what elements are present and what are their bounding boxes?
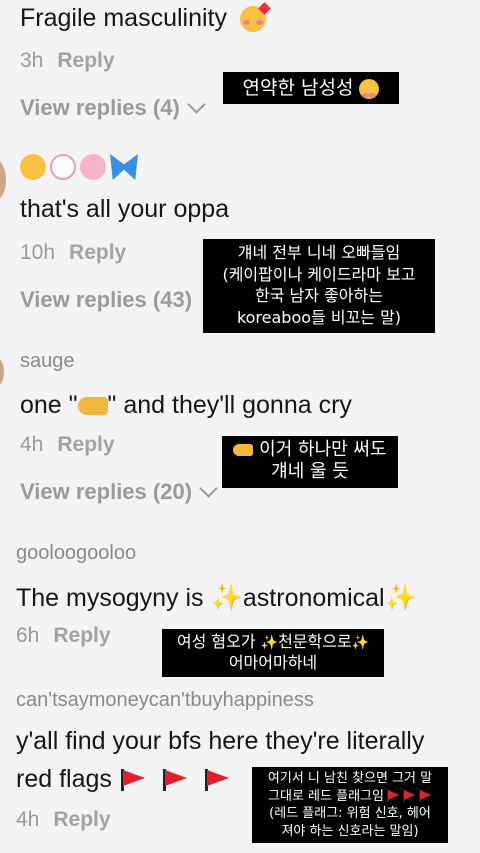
reply-button[interactable]: Reply	[57, 49, 114, 72]
view-replies-button[interactable]: View replies (43)	[20, 287, 192, 313]
comment-text: The mysogyny is ✨astronomical✨	[16, 582, 417, 612]
red-flag-icon	[386, 790, 400, 802]
username[interactable]: can'tsaymoneycan'tbuyhappiness	[16, 689, 314, 712]
red-flag-icon	[202, 769, 230, 792]
reply-button[interactable]: Reply	[53, 624, 110, 647]
sparkles-icon: ✨	[260, 635, 279, 651]
chevron-down-icon	[199, 478, 218, 498]
relieved-face-icon	[20, 154, 46, 180]
sparkles-icon: ✨	[384, 582, 417, 612]
red-flag-icon	[402, 790, 416, 802]
sparkles-icon: ✨	[210, 582, 243, 612]
smiling-face-with-hearts-icon	[239, 2, 271, 33]
view-replies-button[interactable]: View replies (20)	[20, 478, 218, 505]
caption-translation-2: 걔네 전부 니네 오빠들임 (케이팝이나 케이드라마 보고 한국 남자 좋아하는…	[203, 239, 435, 333]
view-replies-button[interactable]: View replies (4)	[20, 94, 206, 121]
caption-translation-4: 여성 혐오가 ✨천문학으로✨ 어마어마하네	[162, 629, 384, 677]
username[interactable]: gooloogooloo	[16, 542, 136, 565]
red-flag-icon	[418, 790, 432, 802]
comment-text: Fragile masculinity	[20, 2, 271, 33]
red-flag-icon	[160, 769, 188, 792]
reply-button[interactable]: Reply	[69, 241, 126, 264]
cherry-blossom-icon	[80, 154, 106, 180]
comment-text: one " " and they'll gonna cry	[20, 391, 352, 419]
caption-translation-1: 연약한 남성성	[223, 72, 399, 104]
comment-meta: 4h Reply	[20, 433, 115, 456]
comment-text: that's all your oppa	[20, 195, 230, 223]
emoji-row	[20, 154, 138, 180]
caption-translation-3: 이거 하나만 써도 걔네 울 듯	[222, 436, 398, 488]
caption-translation-5: 여기서 니 남친 찾으면 그거 말 그대로 레드 플래그임 (레드 플래그: 위…	[252, 767, 448, 843]
comment-meta: 4h Reply	[16, 808, 111, 831]
chevron-down-icon	[187, 94, 206, 114]
smiling-face-with-hearts-icon	[359, 78, 380, 99]
hand-pointing-icon	[77, 397, 108, 416]
comment-meta: 6h Reply	[16, 624, 111, 647]
butterfly-icon	[110, 154, 138, 180]
username[interactable]: sauge	[20, 350, 75, 373]
comment-text: red flags	[16, 765, 230, 794]
hand-pointing-icon	[233, 444, 254, 456]
reply-button[interactable]: Reply	[53, 808, 110, 831]
avatar[interactable]	[0, 160, 6, 200]
comment-text: y'all find your bfs here they're literal…	[16, 727, 425, 755]
reply-button[interactable]: Reply	[57, 433, 114, 456]
white-flower-icon	[50, 154, 76, 180]
comment-meta: 3h Reply	[20, 49, 115, 72]
red-flag-icon	[118, 769, 146, 792]
sparkles-icon: ✨	[351, 635, 370, 651]
comment-meta: 10h Reply	[20, 241, 127, 264]
avatar[interactable]	[0, 357, 4, 387]
